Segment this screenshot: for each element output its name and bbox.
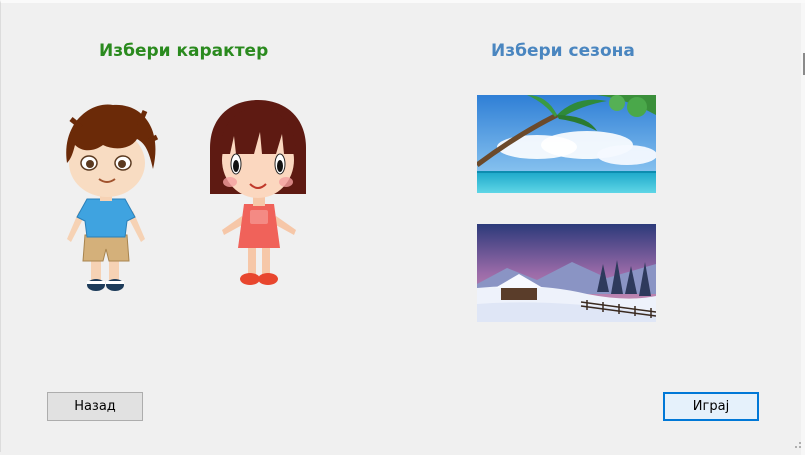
girl-character[interactable] [206,98,310,290]
resize-grip-icon[interactable] [792,439,802,449]
back-button[interactable]: Назад [47,392,143,421]
summer-beach-image[interactable] [477,95,656,193]
choose-season-heading: Избери сезона [491,41,635,61]
winter-snow-image[interactable] [477,224,656,322]
play-button[interactable]: Играј [663,392,759,421]
choose-character-heading: Избери карактер [99,41,269,61]
boy-character[interactable] [51,93,167,295]
game-setup-window: Избери карактер Избери сезона Назад Игра… [0,0,805,455]
